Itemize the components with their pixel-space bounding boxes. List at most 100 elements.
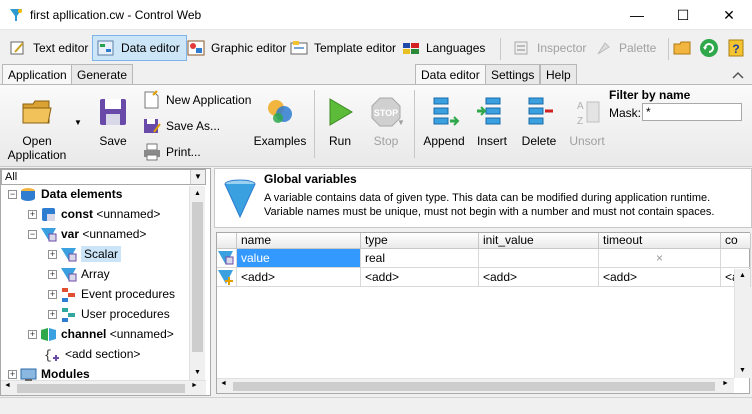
cell-init-value[interactable] — [479, 249, 599, 268]
column-header-co[interactable]: co — [721, 233, 751, 249]
new-application-button[interactable]: New Application — [142, 90, 251, 110]
expand-icon[interactable]: + — [48, 249, 57, 259]
expand-icon[interactable]: + — [8, 369, 17, 379]
tree-item-modules[interactable]: + Modules — [8, 364, 188, 384]
column-header-timeout[interactable]: timeout — [599, 233, 721, 249]
tree-item-label: Data elements — [41, 187, 123, 201]
tree-filter-select[interactable]: All ▼ — [1, 169, 206, 185]
palette-button[interactable]: Palette — [590, 35, 663, 61]
save-label: Save — [99, 134, 127, 148]
run-button[interactable]: Run — [321, 96, 359, 148]
collapse-icon[interactable]: − — [8, 189, 17, 199]
append-icon — [433, 97, 460, 126]
languages-icon — [403, 43, 419, 54]
cell-name[interactable]: value — [237, 249, 361, 268]
open-dropdown-arrow[interactable]: ▼ — [74, 118, 82, 127]
cell-co[interactable] — [721, 249, 751, 268]
scroll-up-arrow[interactable]: ▲ — [190, 186, 205, 202]
text-editor-label: Text editor — [33, 41, 89, 55]
maximize-button[interactable]: ☐ — [660, 0, 706, 30]
tree-item-scalar[interactable]: + Scalar — [48, 244, 188, 264]
delete-button[interactable]: Delete — [518, 96, 560, 148]
examples-button[interactable]: Examples — [254, 96, 306, 148]
tree-filter-value: All — [5, 171, 18, 183]
collapse-icon[interactable]: − — [28, 229, 37, 239]
tab-generate[interactable]: Generate — [71, 64, 134, 84]
cell-type[interactable]: real — [361, 249, 479, 268]
expand-icon[interactable]: + — [48, 289, 57, 299]
mask-input[interactable]: * — [642, 103, 742, 121]
tab-settings[interactable]: Settings — [485, 64, 541, 84]
scroll-down-arrow[interactable]: ▼ — [735, 364, 750, 378]
graphic-editor-icon — [187, 40, 205, 56]
tree-item-add-section[interactable]: { <add section> — [44, 344, 188, 364]
help-icon[interactable]: ? — [726, 38, 746, 58]
inspector-button[interactable]: Inspector — [508, 35, 593, 61]
grid-vertical-scrollbar[interactable]: ▲ ▼ — [734, 269, 750, 378]
modebar-separator — [668, 38, 669, 60]
tab-help[interactable]: Help — [540, 64, 577, 84]
grid-horizontal-scrollbar[interactable]: ◄ ► — [217, 378, 734, 393]
expand-icon[interactable]: + — [48, 309, 57, 319]
folder-icon[interactable] — [672, 38, 692, 58]
insert-button[interactable]: Insert — [472, 96, 512, 148]
languages-button[interactable]: Languages — [397, 35, 492, 61]
expand-icon[interactable]: + — [48, 269, 57, 279]
refresh-icon[interactable] — [699, 38, 719, 58]
scroll-down-arrow[interactable]: ▼ — [190, 365, 205, 381]
insert-label: Insert — [476, 134, 507, 148]
h-scroll-thumb[interactable] — [233, 382, 715, 391]
variables-grid: name type init_value timeout co value re… — [216, 232, 751, 394]
row-indicator[interactable] — [217, 268, 237, 287]
graphic-editor-button[interactable]: Graphic editor — [182, 35, 293, 61]
text-editor-button[interactable]: Text editor — [4, 35, 95, 61]
stop-dropdown-arrow[interactable]: ▼ — [397, 118, 405, 127]
tree-item-label: <add section> — [65, 347, 141, 361]
tab-data-editor[interactable]: Data editor — [415, 64, 486, 85]
row-indicator[interactable] — [217, 249, 237, 268]
tree-item-const[interactable]: + const <unnamed> — [28, 204, 188, 224]
scroll-up-arrow[interactable]: ▲ — [735, 269, 750, 283]
save-button[interactable]: Save — [92, 96, 134, 148]
print-label: Print... — [166, 145, 201, 159]
unsort-button[interactable]: AZ Unsort — [566, 96, 608, 148]
template-editor-button[interactable]: Template editor — [285, 35, 403, 61]
column-header-name[interactable]: name — [237, 233, 361, 249]
print-button[interactable]: Print... — [142, 142, 201, 162]
user-procedures-icon — [62, 307, 75, 322]
h-scroll-thumb[interactable] — [17, 384, 185, 393]
grid-corner — [217, 233, 237, 249]
scroll-right-arrow[interactable]: ► — [191, 382, 198, 389]
cell-add-timeout[interactable]: <add> — [599, 268, 721, 287]
expand-icon[interactable]: + — [28, 209, 37, 219]
expand-icon[interactable]: + — [28, 329, 37, 339]
tree-item-array[interactable]: + Array — [48, 264, 188, 284]
tree-item-event-procedures[interactable]: + Event procedures — [48, 284, 188, 304]
column-header-type[interactable]: type — [361, 233, 479, 249]
tree-item-channel[interactable]: + channel <unnamed> — [28, 324, 188, 344]
close-button[interactable]: ✕ — [706, 0, 752, 30]
chevron-down-icon[interactable]: ▼ — [190, 170, 205, 184]
tree-item-var[interactable]: − var <unnamed> — [28, 224, 188, 244]
panel-title: Global variables — [264, 172, 357, 186]
save-as-button[interactable]: Save As... — [142, 116, 220, 136]
cell-add-type[interactable]: <add> — [361, 268, 479, 287]
tree-vertical-scrollbar[interactable]: ▲ ▼ — [189, 186, 205, 381]
append-button[interactable]: Append — [422, 96, 466, 148]
tree-item-data-elements[interactable]: − Data elements — [8, 184, 188, 204]
tree-item-user-procedures[interactable]: + User procedures — [48, 304, 188, 324]
open-application-button[interactable]: Open Application — [6, 96, 68, 162]
scroll-right-arrow[interactable]: ► — [722, 380, 729, 387]
cell-add-init-value[interactable]: <add> — [479, 268, 599, 287]
cell-timeout[interactable]: × — [599, 249, 721, 268]
data-editor-button[interactable]: Data editor — [92, 35, 187, 61]
scroll-thumb[interactable] — [192, 202, 203, 352]
add-row-icon — [218, 270, 233, 285]
scroll-left-arrow[interactable]: ◄ — [220, 380, 227, 387]
cell-add-name[interactable]: <add> — [237, 268, 361, 287]
collapse-ribbon-icon[interactable] — [731, 70, 745, 80]
tab-application[interactable]: Application — [2, 64, 73, 85]
minimize-button[interactable]: — — [614, 0, 660, 30]
tree-item-label: const — [61, 207, 94, 221]
column-header-init-value[interactable]: init_value — [479, 233, 599, 249]
